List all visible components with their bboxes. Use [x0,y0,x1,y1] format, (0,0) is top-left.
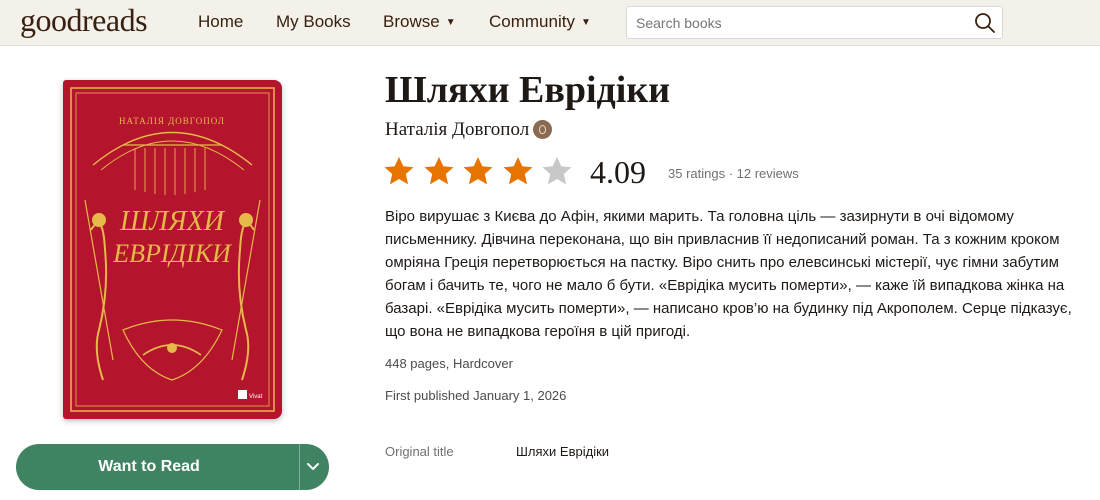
caret-down-icon: ▼ [445,17,456,28]
nav-browse[interactable]: Browse ▼ [383,12,456,32]
cover-artwork: НАТАЛІЯ ДОВГОПОЛ ШЛЯХИ ЕВРІДІКИ Vivat [63,80,282,419]
author-row: Наталія Довгопол [385,119,553,143]
nav-community-label: Community [489,12,575,31]
chevron-down-icon [307,463,319,470]
star-filled-icon[interactable] [503,156,533,186]
average-rating: 4.09 [590,154,646,190]
want-to-read-button-group: Want to Read [16,444,329,490]
nav-home[interactable]: Home [198,12,243,32]
star-filled-icon[interactable] [424,156,454,186]
search-input[interactable] [636,13,966,33]
original-title-value: Шляхи Еврідіки [516,444,610,459]
star-filled-icon[interactable] [384,156,414,186]
want-to-read-button[interactable]: Want to Read [16,444,282,490]
book-cover[interactable]: НАТАЛІЯ ДОВГОПОЛ ШЛЯХИ ЕВРІДІКИ Vivat [63,80,282,419]
cover-title-line2: ЕВРІДІКИ [112,239,232,268]
cover-author-text: НАТАЛІЯ ДОВГОПОЛ [119,116,225,126]
pages-format: 448 pages, Hardcover [385,356,513,371]
goodreads-logo[interactable]: goodreads [20,2,148,39]
star-filled-icon[interactable] [463,156,493,186]
search-box [626,6,1003,39]
nav-community[interactable]: Community ▼ [489,12,591,32]
ratings-reviews-count[interactable]: 35 ratings · 12 reviews [668,166,799,181]
shelf-dropdown-button[interactable] [300,444,329,490]
nav-my-books[interactable]: My Books [276,12,351,32]
cover-publisher: Vivat [249,394,263,400]
cover-title-line1: ШЛЯХИ [119,206,226,237]
search-icon[interactable] [974,12,996,34]
first-published: First published January 1, 2026 [385,388,567,403]
top-navigation-bar: goodreads Home My Books Browse ▼ Communit… [0,0,1100,46]
star-empty-icon[interactable] [542,156,572,186]
nav-browse-label: Browse [383,12,440,31]
book-description: Віро вирушає з Києва до Афін, якими мари… [385,208,1072,340]
caret-down-icon: ▼ [580,17,591,28]
author-link[interactable]: Наталія Довгопол [385,119,529,140]
goodreads-author-badge-icon [533,119,553,139]
book-title: Шляхи Еврідіки [385,69,671,111]
original-title-label: Original title [385,444,454,459]
